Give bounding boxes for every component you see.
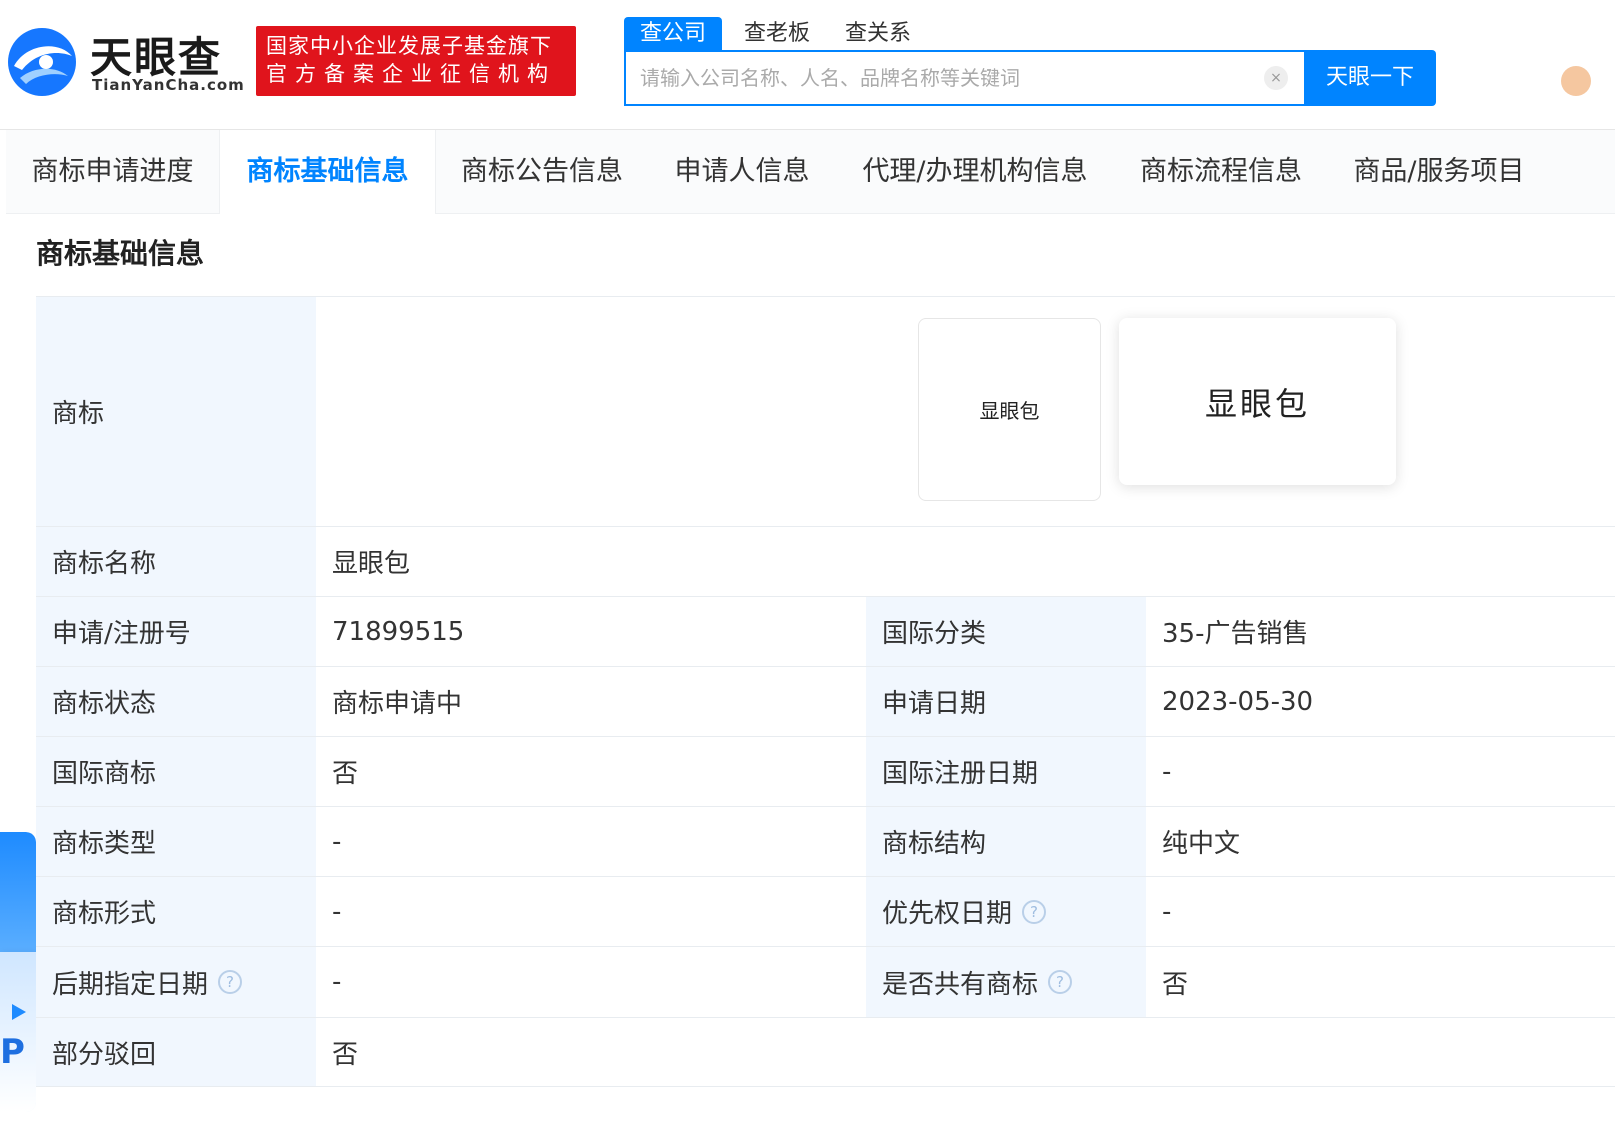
search-tab-relation[interactable]: 查关系 [845, 17, 911, 51]
help-icon[interactable]: ? [1048, 970, 1073, 994]
label-structure: 商标结构 [866, 807, 1146, 876]
badge-line1: 国家中小企业发展子基金旗下 [266, 34, 552, 58]
value-structure: 纯中文 [1162, 829, 1241, 859]
search-tab-company[interactable]: 查公司 [624, 17, 723, 51]
avatar[interactable] [1561, 66, 1591, 96]
label-type: 商标类型 [36, 807, 316, 876]
widget-letter: P [0, 1032, 25, 1072]
search-button[interactable]: 天眼一下 [1304, 50, 1436, 106]
label-apply-date: 申请日期 [866, 667, 1146, 736]
top-header: 天眼查 TianYanCha.com 国家中小企业发展子基金旗下 官方备案企业征… [0, 0, 1615, 130]
label-form: 商标形式 [36, 877, 316, 946]
floating-app-widget[interactable]: P [0, 832, 36, 1112]
value-intl-class[interactable]: 35-广告销售 [1146, 597, 1615, 666]
label-priority-date: 优先权日期 ? [866, 877, 1146, 946]
clear-icon[interactable]: × [1264, 66, 1288, 90]
value-type: - [332, 826, 342, 857]
value-apply-date: 2023-05-30 [1162, 686, 1314, 717]
label-priority-date-text: 优先权日期 [882, 899, 1013, 929]
play-icon [12, 1004, 26, 1020]
value-priority-date: - [1162, 896, 1172, 927]
value-later-date: - [332, 967, 342, 997]
tab-application-progress[interactable]: 商标申请进度 [6, 130, 219, 214]
table-row-form: 商标形式 - 优先权日期 ? - [36, 876, 1615, 946]
value-status: 商标申请中 [332, 689, 463, 719]
tab-goods-services[interactable]: 商品/服务项目 [1328, 130, 1550, 214]
label-name: 商标名称 [36, 527, 316, 596]
value-form: - [332, 896, 342, 927]
tab-basic-info[interactable]: 商标基础信息 [219, 130, 436, 214]
value-intl-trademark: 否 [332, 759, 359, 789]
table-row-later: 后期指定日期 ? - 是否共有商标 ? 否 [36, 946, 1615, 1017]
label-shared-text: 是否共有商标 [882, 969, 1039, 1000]
label-shared: 是否共有商标 ? [866, 947, 1146, 1017]
tianyancha-logo[interactable]: 天眼查 TianYanCha.com [6, 24, 244, 100]
logo-en-text: TianYanCha.com [92, 76, 245, 94]
tab-announcement[interactable]: 商标公告信息 [436, 130, 648, 214]
table-row-reg-no: 申请/注册号 71899515 国际分类 35-广告销售 [36, 596, 1615, 666]
search-tab-boss[interactable]: 查老板 [744, 17, 810, 51]
trademark-tabbar: 商标申请进度 商标基础信息 商标公告信息 申请人信息 代理/办理机构信息 商标流… [6, 130, 1615, 214]
label-reg-no: 申请/注册号 [36, 597, 316, 666]
table-row-intl: 国际商标 否 国际注册日期 - [36, 736, 1615, 806]
label-intl-reg-date: 国际注册日期 [866, 737, 1146, 806]
tab-process[interactable]: 商标流程信息 [1114, 130, 1328, 214]
badge-line2: 官方备案企业征信机构 [266, 62, 556, 86]
trademark-image-preview: 显眼包 [1119, 318, 1396, 485]
section-title: 商标基础信息 [36, 237, 205, 270]
label-intl-trademark: 国际商标 [36, 737, 316, 806]
tab-applicant[interactable]: 申请人信息 [648, 130, 836, 214]
label-partial-reject: 部分驳回 [36, 1018, 316, 1086]
help-icon[interactable]: ? [1022, 899, 1047, 924]
value-partial-reject: 否 [332, 1039, 359, 1070]
value-name: 显眼包 [332, 549, 411, 579]
help-icon[interactable]: ? [218, 970, 243, 994]
label-intl-class: 国际分类 [866, 597, 1146, 666]
widget-top-panel [0, 832, 36, 952]
table-row-partial: 部分驳回 否 [36, 1017, 1615, 1087]
value-shared: 否 [1162, 969, 1189, 1000]
table-row-name: 商标名称 显眼包 [36, 526, 1615, 596]
tab-agency[interactable]: 代理/办理机构信息 [836, 130, 1114, 214]
label-trademark: 商标 [36, 297, 316, 526]
label-status: 商标状态 [36, 667, 316, 736]
logo-eye-icon [8, 28, 76, 96]
value-reg-no: 71899515 [332, 616, 465, 647]
table-row-status: 商标状态 商标申请中 申请日期 2023-05-30 [36, 666, 1615, 736]
trademark-image-thumb[interactable]: 显眼包 [918, 318, 1101, 501]
value-intl-reg-date: - [1162, 756, 1172, 787]
search-box: × [624, 50, 1306, 106]
table-row-type: 商标类型 - 商标结构 纯中文 [36, 806, 1615, 876]
search-input[interactable] [640, 52, 1240, 104]
official-badge: 国家中小企业发展子基金旗下 官方备案企业征信机构 [256, 26, 576, 96]
label-later-date-text: 后期指定日期 [52, 969, 209, 1000]
label-later-date: 后期指定日期 ? [36, 947, 316, 1017]
